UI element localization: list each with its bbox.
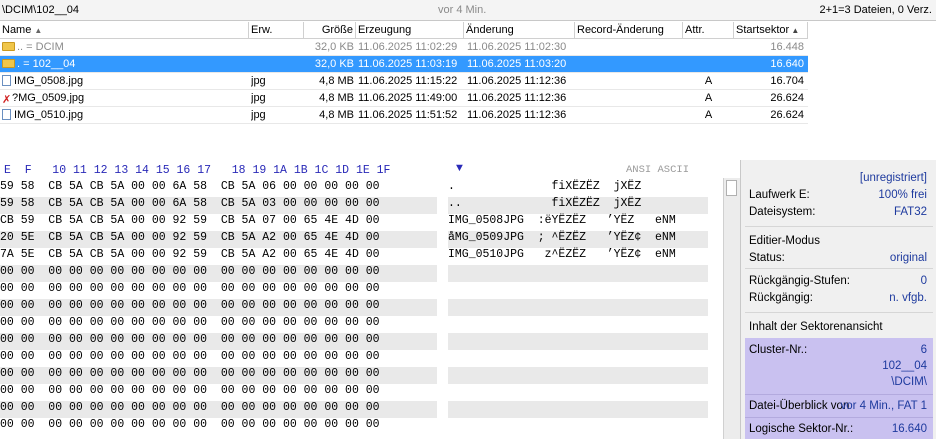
file-row[interactable]: IMG_0508.jpg jpg 4,8 MB 11.06.2025 11:15… [0,73,808,90]
hex-row[interactable]: 00 00 00 00 00 00 00 00 00 00 00 00 00 0… [0,401,437,418]
status-label: Status: [749,252,785,264]
file-icon [2,109,11,120]
undo-label: Rückgängig: [749,292,813,304]
divider [745,394,933,395]
overview-label: Datei-Überblick von [749,400,850,412]
edit-mode-title: Editier-Modus [749,235,820,247]
hex-row[interactable]: 00 00 00 00 00 00 00 00 00 00 00 00 00 0… [0,418,437,435]
undo-levels-value: 0 [920,275,927,287]
hex-row[interactable]: 00 00 00 00 00 00 00 00 00 00 00 00 00 0… [0,299,437,316]
folder-icon [2,42,15,51]
deleted-file-icon: ✗ [2,94,12,106]
hex-scrollbar[interactable] [723,178,740,439]
path-bar: \DCIM\102__04 vor 4 Min. 2+1=3 Dateien, … [0,0,936,21]
cluster-value: 6 [920,344,927,356]
hex-row[interactable]: 00 00 00 00 00 00 00 00 00 00 00 00 00 0… [0,384,437,401]
ascii-row[interactable] [448,384,708,401]
ascii-row[interactable]: åMG_0509JPG ; ^ËZËZ ’YËZ¢ eNM [448,231,708,248]
hex-row[interactable]: 59 58 CB 5A CB 5A 00 00 6A 58 CB 5A 06 0… [0,180,437,197]
sector-view-title: Inhalt der Sektorenansicht [749,321,883,333]
column-header-size[interactable]: Größe [304,22,356,39]
ascii-row[interactable] [448,282,708,299]
file-row[interactable]: .. = DCIM 32,0 KB 11.06.2025 11:02:29 11… [0,39,808,56]
snapshot-age: vor 4 Min. [438,4,487,16]
scrollbar-thumb[interactable] [726,180,737,196]
column-header-attr[interactable]: Attr. [683,22,734,39]
ascii-row[interactable] [448,418,708,435]
cluster-parent: \DCIM\ [891,376,927,388]
column-header-record[interactable]: Record-Änderung [575,22,683,39]
hex-row[interactable]: 7A 5E CB 5A CB 5A 00 00 92 59 CB 5A A2 0… [0,248,437,265]
divider [745,268,933,269]
drive-label: Laufwerk E: [749,189,810,201]
file-row[interactable]: IMG_0510.jpg jpg 4,8 MB 11.06.2025 11:51… [0,107,808,124]
ascii-row[interactable] [448,265,708,282]
divider [745,312,933,313]
hex-editor[interactable]: E F 10 11 12 13 14 15 16 17 18 19 1A 1B … [0,160,740,439]
hex-row[interactable]: 00 00 00 00 00 00 00 00 00 00 00 00 00 0… [0,282,437,299]
current-path: \DCIM\102__04 [2,4,80,16]
hex-row[interactable]: 00 00 00 00 00 00 00 00 00 00 00 00 00 0… [0,265,437,282]
undo-levels-label: Rückgängig-Stufen: [749,275,851,287]
file-icon [2,75,11,86]
ascii-row[interactable]: . fiXËZËZ jXËZ [448,180,708,197]
logical-sector-value: 16.640 [891,423,927,435]
column-header-modified[interactable]: Änderung [464,22,575,39]
column-header-sector[interactable]: Startsektor ▲ [734,22,808,39]
ascii-row[interactable]: .. fiXËZËZ jXËZ [448,197,708,214]
ascii-row[interactable] [448,333,708,350]
ascii-row[interactable]: IMG_0508JPG :ëYËZËZ ’YËZ eNM [448,214,708,231]
divider [745,417,933,418]
status-value: original [889,252,927,264]
hex-row[interactable]: 00 00 00 00 00 00 00 00 00 00 00 00 00 0… [0,367,437,384]
ascii-row[interactable] [448,367,708,384]
ascii-row[interactable] [448,401,708,418]
ascii-row[interactable]: IMG_0510JPG z^ËZËZ ’YËZ¢ eNM [448,248,708,265]
file-row[interactable]: ✗?MG_0509.jpg jpg 4,8 MB 11.06.2025 11:4… [0,90,808,107]
cluster-dir: 102__04 [882,360,927,372]
file-list: Name ▲ Erw. Größe Erzeugung Änderung Rec… [0,22,936,160]
hex-row[interactable]: 20 5E CB 5A CB 5A 00 00 92 59 CB 5A A2 0… [0,231,437,248]
column-header-created[interactable]: Erzeugung [356,22,464,39]
column-header-name[interactable]: Name ▲ [0,22,249,39]
filesystem-value: FAT32 [893,206,927,218]
registration-status[interactable]: [unregistriert] [860,172,927,184]
hex-row[interactable]: 00 00 00 00 00 00 00 00 00 00 00 00 00 0… [0,333,437,350]
hex-row[interactable]: 00 00 00 00 00 00 00 00 00 00 00 00 00 0… [0,350,437,367]
column-header-ext[interactable]: Erw. [249,22,304,39]
cluster-label: Cluster-Nr.: [749,344,808,356]
undo-value: n. vfgb. [889,292,927,304]
logical-sector-label: Logische Sektor-Nr.: [749,423,854,435]
ascii-row[interactable] [448,316,708,333]
hex-row[interactable]: 59 58 CB 5A CB 5A 00 00 6A 58 CB 5A 03 0… [0,197,437,214]
divider [745,226,933,227]
overview-value: vor 4 Min., FAT 1 [840,400,928,412]
sector-info-box: Cluster-Nr.: 6 102__04 \DCIM\ Datei-Über… [745,338,933,439]
file-count: 2+1=3 Dateien, 0 Verz. [819,4,932,16]
ascii-row[interactable] [448,350,708,367]
filesystem-label: Dateisystem: [749,206,816,218]
ascii-row[interactable] [448,299,708,316]
hex-row[interactable]: 00 00 00 00 00 00 00 00 00 00 00 00 00 0… [0,316,437,333]
hex-row[interactable]: CB 59 CB 5A CB 5A 00 00 92 59 CB 5A 07 0… [0,214,437,231]
info-panel: [unregistriert] Laufwerk E: 100% frei Da… [740,160,936,439]
charset-dropdown[interactable]: ▼ [456,162,463,180]
file-row[interactable]: . = 102__04 32,0 KB 11.06.2025 11:03:19 … [0,56,808,73]
drive-free: 100% frei [878,189,927,201]
folder-icon [2,59,15,68]
